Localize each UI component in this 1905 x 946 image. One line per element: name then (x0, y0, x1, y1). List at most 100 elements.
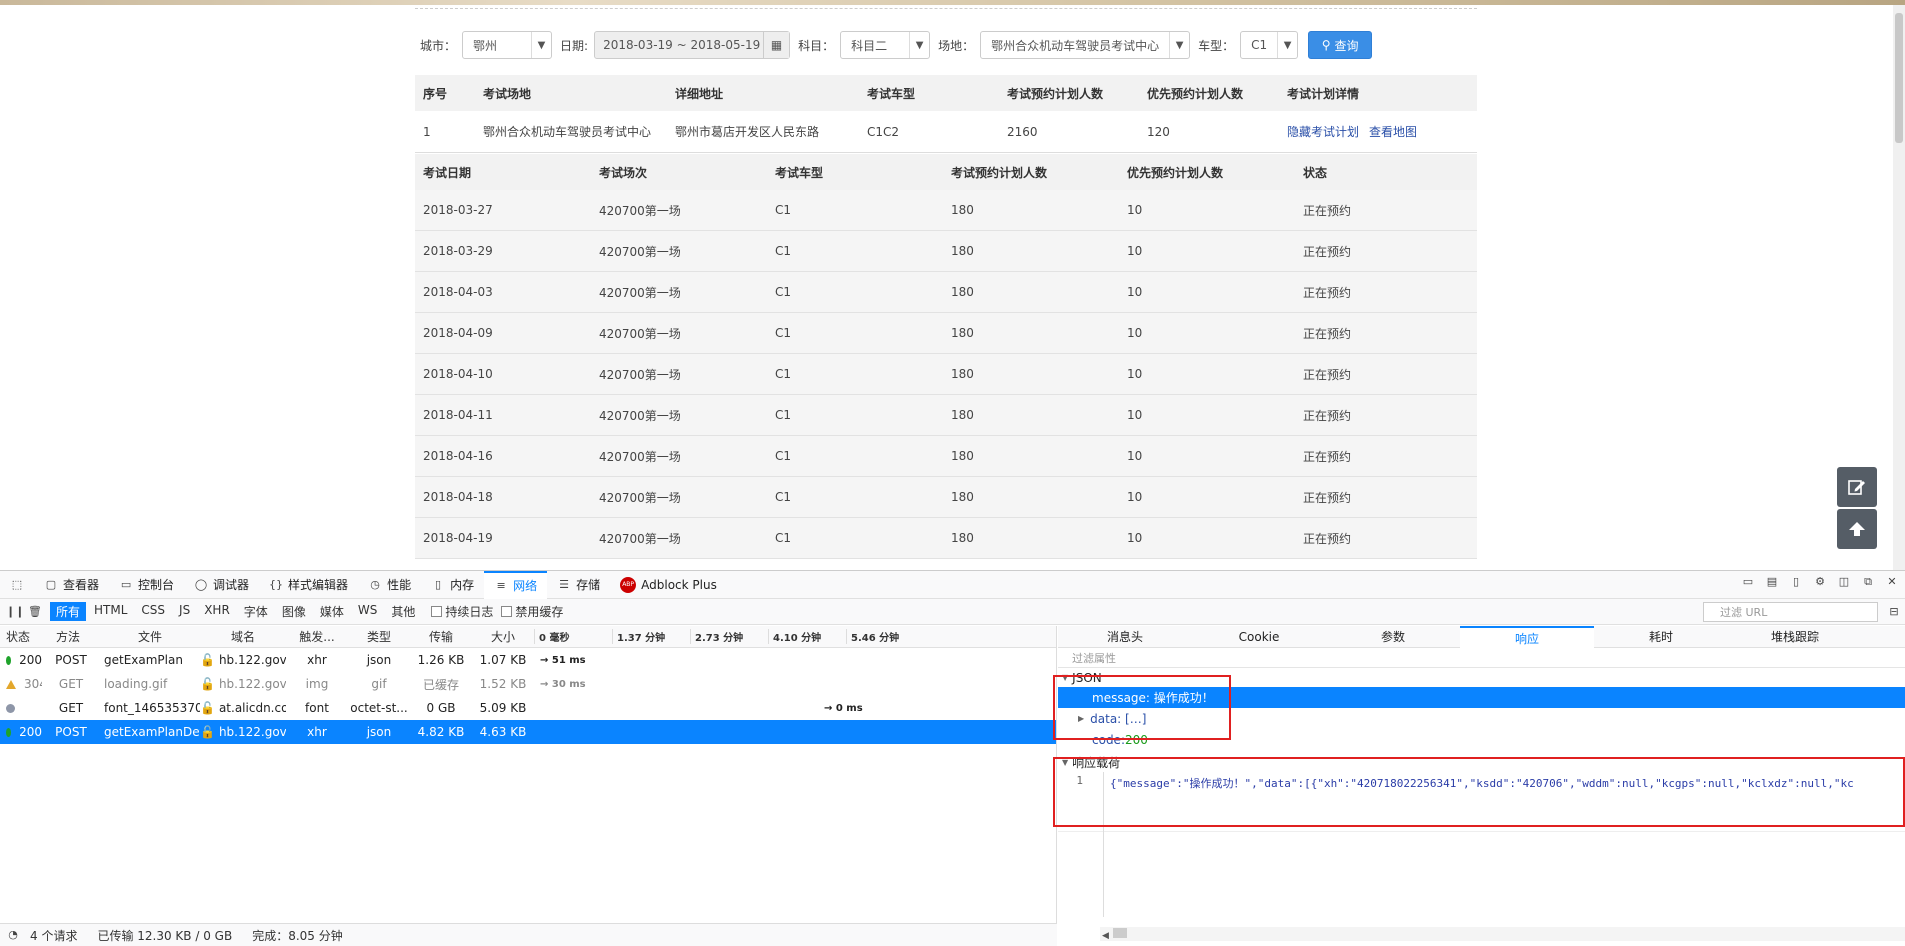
pick-element-icon[interactable]: ⬚ (0, 571, 34, 599)
column-header[interactable]: 大小 (472, 628, 534, 645)
detail-tab[interactable]: 耗时 (1594, 626, 1728, 648)
edit-button[interactable] (1837, 467, 1877, 507)
scrollbar-thumb[interactable] (1112, 928, 1127, 938)
performance-analysis-icon[interactable]: ◔ (6, 928, 20, 942)
cell: 2018-04-16 (423, 449, 493, 463)
column-header[interactable]: 方法 (36, 628, 100, 645)
cell: 120 (1147, 124, 1170, 139)
responsive-icon[interactable]: ▯ (1789, 575, 1803, 589)
column-header[interactable]: 状态 (0, 628, 36, 645)
url-filter-input[interactable]: 过滤 URL (1703, 602, 1878, 622)
undock-icon[interactable]: ⧉ (1861, 575, 1875, 589)
request-domain: 🔓hb.122.gov.... (200, 677, 286, 691)
column-header[interactable]: 传输 (410, 628, 472, 645)
devtools-tab[interactable]: ☰ 存储 (547, 571, 610, 599)
hide-plan-link[interactable]: 隐藏考试计划 (1287, 125, 1359, 139)
column-header[interactable]: 类型 (348, 628, 410, 645)
chevron-down-icon: ▼ (1169, 32, 1189, 58)
back-to-top-button[interactable] (1837, 509, 1877, 549)
request-list-header: 状态 方法 文件 域名 触发... 类型 传输 大小 0 毫秒 1.37 分钟 2.73 分钟 4.1… (0, 626, 1056, 648)
subject-select[interactable]: 科目二 ▼ (840, 31, 931, 59)
request-cause: img (286, 677, 348, 691)
type-filter-button[interactable]: HTML (88, 602, 133, 621)
cell: 10 (1127, 490, 1143, 504)
cell: 正在预约 (1303, 449, 1352, 464)
settings-icon[interactable]: ⚙ (1813, 575, 1827, 589)
column-header[interactable]: 域名 (200, 628, 286, 645)
status-dot-icon (6, 655, 12, 665)
request-file-text: font_1465353706_478425... (104, 701, 200, 715)
type-filter-button[interactable]: XHR (198, 602, 236, 621)
debugger-icon: ◯ (194, 577, 208, 591)
devtools-tab[interactable]: ABP Adblock Plus (610, 571, 727, 599)
calendar-icon[interactable]: ▦ (763, 32, 790, 58)
devtools-tab[interactable]: ◷ 性能 (358, 571, 421, 599)
devtools-tab[interactable]: ◯ 调试器 (184, 571, 259, 599)
detail-tab[interactable]: Cookie (1192, 626, 1326, 648)
persist-log-checkbox[interactable]: 持续日志 (431, 603, 493, 620)
highlight-box-json (1053, 675, 1231, 740)
venue-label: 场地： (938, 38, 975, 53)
request-file: getExamPlan (100, 653, 200, 667)
type-filter-button[interactable]: 图像 (276, 602, 312, 621)
page-scrollbar[interactable] (1893, 5, 1905, 570)
sidebar-icon[interactable]: ◫ (1837, 575, 1851, 589)
type-filter-button[interactable]: CSS (135, 602, 171, 621)
detail-tab[interactable]: 参数 (1326, 626, 1460, 648)
cell: 正在预约 (1303, 244, 1352, 259)
close-icon[interactable]: ✕ (1885, 575, 1899, 589)
col-header: 考试场次 (599, 165, 648, 180)
column-header[interactable]: 4.10 分钟 (768, 629, 846, 644)
query-button[interactable]: ⚲ 查询 (1308, 31, 1373, 59)
cell: 2018-03-27 (423, 203, 493, 217)
column-header[interactable]: 2.73 分钟 (690, 629, 768, 644)
request-size-text: 5.09 KB (479, 701, 527, 715)
toggle-sidebar-icon[interactable]: ⊟ (1887, 605, 1901, 619)
filter-properties-input[interactable]: 过滤属性 (1058, 648, 1905, 668)
view-map-link[interactable]: 查看地图 (1369, 125, 1417, 139)
date-range-input[interactable]: 2018-03-19 ~ 2018-05-19 ▦ (594, 31, 791, 59)
arrow-up-icon (1849, 522, 1865, 536)
column-header[interactable]: 5.46 分钟 (846, 629, 906, 644)
type-filter-button[interactable]: 所有 (50, 602, 87, 621)
split-console-icon[interactable]: ▤ (1765, 575, 1779, 589)
request-row[interactable]: GET font_1465353706_478425...🔓at.alicdn.c… (0, 696, 1056, 720)
request-row[interactable]: 200 POST getExamPlanDetail🔓hb.122.gov.... x… (0, 720, 1056, 744)
type-filter-button[interactable]: WS (352, 602, 383, 621)
devtools-tab[interactable]: {} 样式编辑器 (259, 571, 358, 599)
type-filter-button[interactable]: 媒体 (314, 602, 350, 621)
column-header[interactable]: 文件 (100, 628, 200, 645)
request-row[interactable]: 200 POST getExamPlan 🔓hb.122.gov.... xhr json… (0, 648, 1056, 672)
devtools-tab[interactable]: ≡ 网络 (484, 570, 548, 599)
scrollbar-thumb[interactable] (1895, 13, 1903, 143)
scroll-left-icon[interactable]: ◀ (1100, 931, 1109, 941)
pause-icon[interactable]: ❙❙ (6, 605, 24, 619)
cell: 2160 (1007, 124, 1038, 139)
request-row[interactable]: 304 GET loading.gif 🔓hb.122.gov.... img gif 已缓… (0, 672, 1056, 696)
detail-tab[interactable]: 堆栈跟踪 (1728, 626, 1862, 648)
cartype-select[interactable]: C1 ▼ (1240, 31, 1299, 59)
dock-icon[interactable]: ▭ (1741, 575, 1755, 589)
chevron-down-icon: ▼ (909, 32, 929, 58)
request-file: getExamPlanDetail (100, 725, 200, 739)
status-finish: 完成：8.05 分钟 (252, 928, 343, 943)
detail-tab[interactable]: 消息头 (1058, 626, 1192, 648)
type-filter-button[interactable]: 字体 (238, 602, 274, 621)
detail-tab[interactable]: 响应 (1460, 625, 1594, 648)
devtools-tab[interactable]: ▢ 查看器 (34, 571, 109, 599)
devtools-tab[interactable]: ▯ 内存 (421, 571, 484, 599)
type-filter-button[interactable]: 其他 (385, 602, 421, 621)
disable-cache-checkbox[interactable]: 禁用缓存 (501, 603, 563, 620)
payload-horizontal-scrollbar[interactable]: ◀ (1100, 927, 1905, 941)
table-row: 2018-04-09 420700第一场 C1 180 10 正在预约 (415, 313, 1477, 354)
devtools-tab[interactable]: ▭ 控制台 (109, 571, 184, 599)
venue-select[interactable]: 鄂州合众机动车驾驶员考试中心 ▼ (980, 31, 1191, 59)
cell: C1 (775, 326, 792, 340)
column-header[interactable]: 触发... (286, 628, 348, 645)
trash-icon[interactable]: 🗑 (28, 605, 42, 619)
type-filter-button[interactable]: JS (173, 602, 196, 621)
column-header[interactable]: 0 毫秒 (534, 629, 612, 644)
column-header[interactable]: 1.37 分钟 (612, 629, 690, 644)
city-select[interactable]: 鄂州 ▼ (462, 31, 553, 59)
status-code: 200 (19, 725, 42, 739)
